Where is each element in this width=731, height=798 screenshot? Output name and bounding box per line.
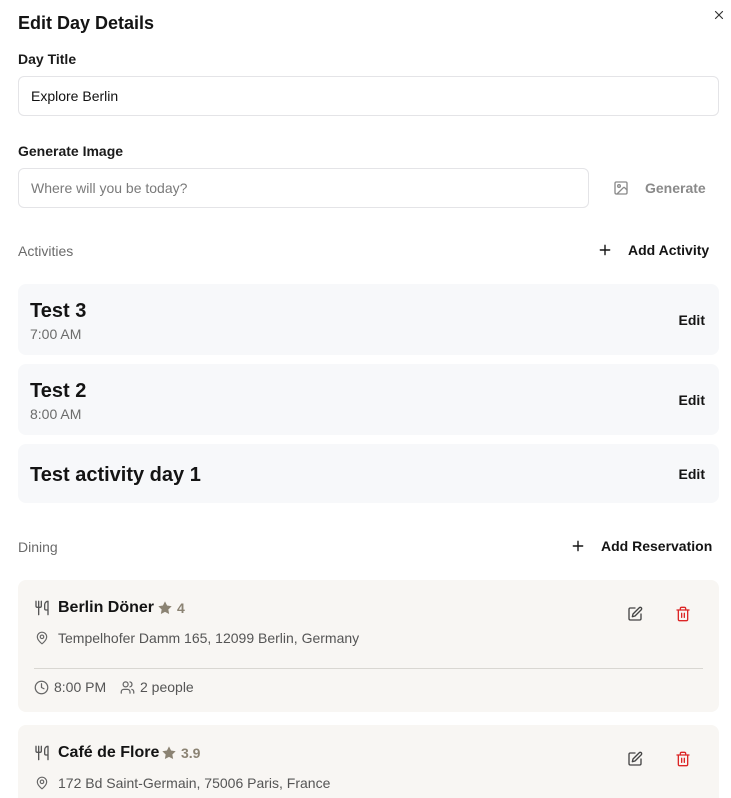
- close-icon: [714, 10, 724, 20]
- generate-image-label: Generate Image: [18, 143, 124, 159]
- dining-card: Berlin Döner 4 Tempelhofer Damm 165, 120…: [18, 580, 719, 712]
- activity-title: Test 3: [30, 300, 87, 322]
- activity-card: Test 2 8:00 AM Edit: [18, 364, 719, 435]
- restaurant-rating: 3.9: [181, 745, 201, 761]
- trash-icon: [676, 606, 690, 622]
- add-activity-label: Add Activity: [628, 242, 710, 258]
- activities-section-label: Activities: [18, 243, 74, 259]
- reservation-party-size: 2 people: [140, 679, 194, 695]
- delete-reservation-button[interactable]: [668, 599, 698, 629]
- generate-image-input[interactable]: [18, 168, 589, 208]
- activity-edit-button[interactable]: Edit: [665, 306, 705, 334]
- divider: [34, 668, 703, 669]
- map-pin-icon: [36, 776, 48, 790]
- plus-icon: [599, 244, 611, 256]
- pencil-square-icon: [628, 751, 643, 766]
- activity-title: Test activity day 1: [30, 464, 201, 486]
- activity-time: 7:00 AM: [30, 326, 82, 342]
- plus-icon: [572, 540, 584, 552]
- users-icon: [120, 681, 135, 694]
- edit-reservation-button[interactable]: [620, 599, 650, 629]
- restaurant-name: Berlin Döner: [58, 599, 155, 616]
- restaurant-rating: 4: [177, 600, 185, 616]
- add-reservation-label: Add Reservation: [601, 538, 713, 554]
- generate-button[interactable]: Generate: [600, 168, 716, 208]
- day-title-input[interactable]: [18, 76, 719, 116]
- activity-title: Test 2: [30, 380, 87, 402]
- restaurant-address: Tempelhofer Damm 165, 12099 Berlin, Germ…: [58, 630, 360, 646]
- day-title-label: Day Title: [18, 51, 77, 67]
- star-icon: [162, 746, 176, 759]
- generate-button-label: Generate: [645, 180, 706, 196]
- clock-icon: [34, 680, 49, 695]
- restaurant-name: Café de Flore: [58, 744, 160, 761]
- utensils-icon: [35, 745, 49, 761]
- activity-edit-button[interactable]: Edit: [665, 460, 705, 488]
- image-icon: [614, 181, 628, 195]
- star-icon: [158, 601, 172, 614]
- activity-edit-button[interactable]: Edit: [665, 386, 705, 414]
- add-activity-button[interactable]: Add Activity: [598, 234, 709, 266]
- restaurant-address: 172 Bd Saint-Germain, 75006 Paris, Franc…: [58, 775, 331, 791]
- activity-time: 8:00 AM: [30, 406, 82, 422]
- modal-title: Edit Day Details: [18, 13, 155, 33]
- close-button[interactable]: [709, 6, 729, 24]
- add-reservation-button[interactable]: Add Reservation: [571, 530, 712, 562]
- activity-card: Test 3 7:00 AM Edit: [18, 284, 719, 355]
- dining-section-label: Dining: [18, 539, 58, 555]
- delete-reservation-button[interactable]: [668, 744, 698, 774]
- dining-card: Café de Flore 3.9 172 Bd Saint-Germain, …: [18, 725, 719, 798]
- activity-card: Test activity day 1 Edit: [18, 444, 719, 503]
- pencil-square-icon: [628, 606, 643, 621]
- reservation-time: 8:00 PM: [54, 679, 107, 695]
- edit-reservation-button[interactable]: [620, 744, 650, 774]
- utensils-icon: [35, 600, 49, 616]
- trash-icon: [676, 751, 690, 767]
- map-pin-icon: [36, 631, 48, 645]
